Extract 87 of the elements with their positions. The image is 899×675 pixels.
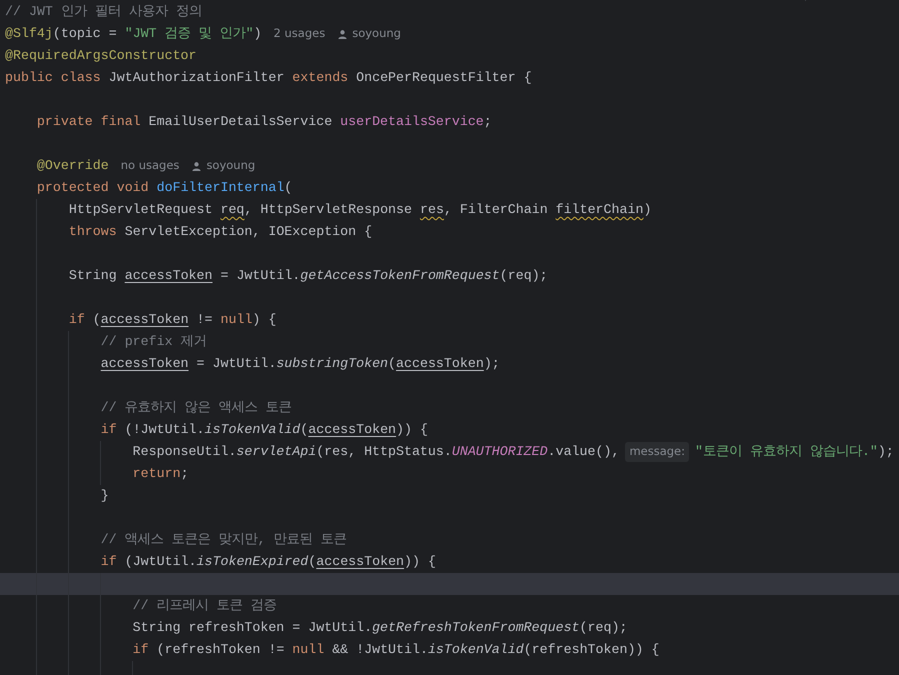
code-text: = JwtUtil. — [220, 267, 300, 286]
code-keyword: if — [100, 553, 117, 572]
usage-hint[interactable]: no usages — [120, 157, 180, 175]
code-text: (refreshToken)) { — [524, 641, 660, 660]
code-text: (req); — [580, 619, 628, 638]
method-call: isTokenValid — [204, 421, 300, 440]
code-text: ( — [92, 311, 101, 330]
code-keyword: if — [100, 421, 117, 440]
code-comment: // JWT 인가 필터 사용자 정의 — [5, 3, 202, 22]
code-keyword: throws — [68, 223, 117, 242]
annotation: @Slf4j — [5, 25, 53, 44]
parameter-name: req — [220, 201, 244, 220]
code-comment: // prefix 제거 — [100, 333, 207, 352]
code-text: ; — [484, 113, 492, 132]
person-icon — [192, 162, 202, 170]
code-keyword: extends — [292, 69, 348, 88]
method-call: servletApi — [236, 443, 316, 462]
variable-name: accessToken — [100, 311, 189, 330]
code-text: } — [100, 487, 109, 506]
parameter-name: filterChain — [556, 201, 644, 220]
code-text: (refreshToken != — [156, 641, 284, 660]
code-text: OncePerRequestFilter { — [356, 69, 532, 88]
code-text: ( — [284, 179, 292, 198]
code-text: ) — [254, 25, 262, 44]
method-call: isTokenExpired — [196, 553, 308, 572]
code-text: ) — [643, 201, 652, 220]
code-text: ( — [300, 421, 308, 440]
parameter-name: res — [420, 201, 444, 220]
code-text: (JwtUtil. — [124, 553, 197, 572]
person-icon — [338, 30, 348, 38]
code-keyword: public class — [5, 69, 101, 88]
code-text: )) { — [404, 553, 436, 572]
code-keyword: private final — [36, 113, 141, 132]
method-call: substringToken — [276, 355, 388, 374]
variable-name: accessToken — [100, 355, 189, 374]
code-text: ); — [878, 443, 894, 462]
code-text: HttpServletRequest — [68, 201, 212, 220]
variable-name: accessToken — [396, 355, 484, 374]
code-editor[interactable] — [0, 0, 899, 675]
code-text: (topic = — [52, 25, 117, 44]
code-comment: // 리프레시 토큰 검증 — [132, 597, 277, 616]
method-call: isTokenValid — [428, 641, 524, 660]
code-text: .value(), — [548, 443, 620, 462]
code-text: != — [196, 311, 213, 330]
code-text: )) { — [396, 421, 428, 440]
parameter-hint: message: — [625, 442, 690, 462]
code-keyword: null — [292, 641, 324, 660]
code-text: && !JwtUtil. — [332, 641, 428, 660]
code-text: JwtAuthorizationFilter — [108, 69, 284, 88]
method-call: getRefreshTokenFromRequest — [372, 619, 580, 638]
annotation: @Override — [36, 157, 109, 176]
code-text: String — [68, 267, 117, 286]
code-comment: // 유효하지 않은 액세스 토큰 — [100, 399, 292, 418]
code-keyword: if — [132, 641, 149, 660]
code-text: = JwtUtil. — [196, 355, 276, 374]
code-text: ; — [180, 465, 189, 484]
variable-name: accessToken — [308, 421, 396, 440]
code-text: , FilterChain — [444, 201, 548, 220]
code-text: (res, HttpStatus. — [316, 443, 452, 462]
variable-name: accessToken — [316, 553, 404, 572]
code-keyword: null — [220, 311, 252, 330]
code-text: EmailUserDetailsService — [148, 113, 332, 132]
code-text: ServletException, IOException { — [124, 223, 372, 242]
code-text: ( — [308, 553, 316, 572]
code-text: ResponseUtil. — [132, 443, 236, 462]
method-call: getAccessTokenFromRequest — [300, 267, 500, 286]
code-comment: // 액세스 토큰은 맞지만, 만료된 토큰 — [100, 531, 347, 550]
code-text: ( — [388, 355, 396, 374]
code-text: ); — [484, 355, 500, 374]
code-text: (req); — [500, 267, 548, 286]
code-text: , HttpServletResponse — [244, 201, 412, 220]
code-keyword: protected void — [36, 179, 149, 198]
field-name: userDetailsService — [340, 113, 484, 132]
code-keyword: return — [132, 465, 181, 484]
code-text: ) { — [252, 311, 276, 330]
method-name: doFilterInternal — [156, 179, 284, 198]
code-keyword: if — [68, 311, 85, 330]
variable-name: accessToken — [124, 267, 212, 286]
code-text: (!JwtUtil. — [124, 421, 205, 440]
constant-name: UNAUTHORIZED — [452, 443, 548, 462]
string-literal: "토큰이 유효하지 않습니다." — [695, 443, 878, 462]
code-text: String refreshToken = JwtUtil. — [132, 619, 372, 638]
author-hint[interactable]: soyoung — [338, 25, 401, 43]
author-hint[interactable]: soyoung — [192, 157, 256, 175]
string-literal: "JWT 검증 및 인가" — [124, 25, 254, 44]
annotation: @RequiredArgsConstructor — [5, 47, 197, 66]
usage-hint[interactable]: 2 usages — [274, 25, 326, 43]
